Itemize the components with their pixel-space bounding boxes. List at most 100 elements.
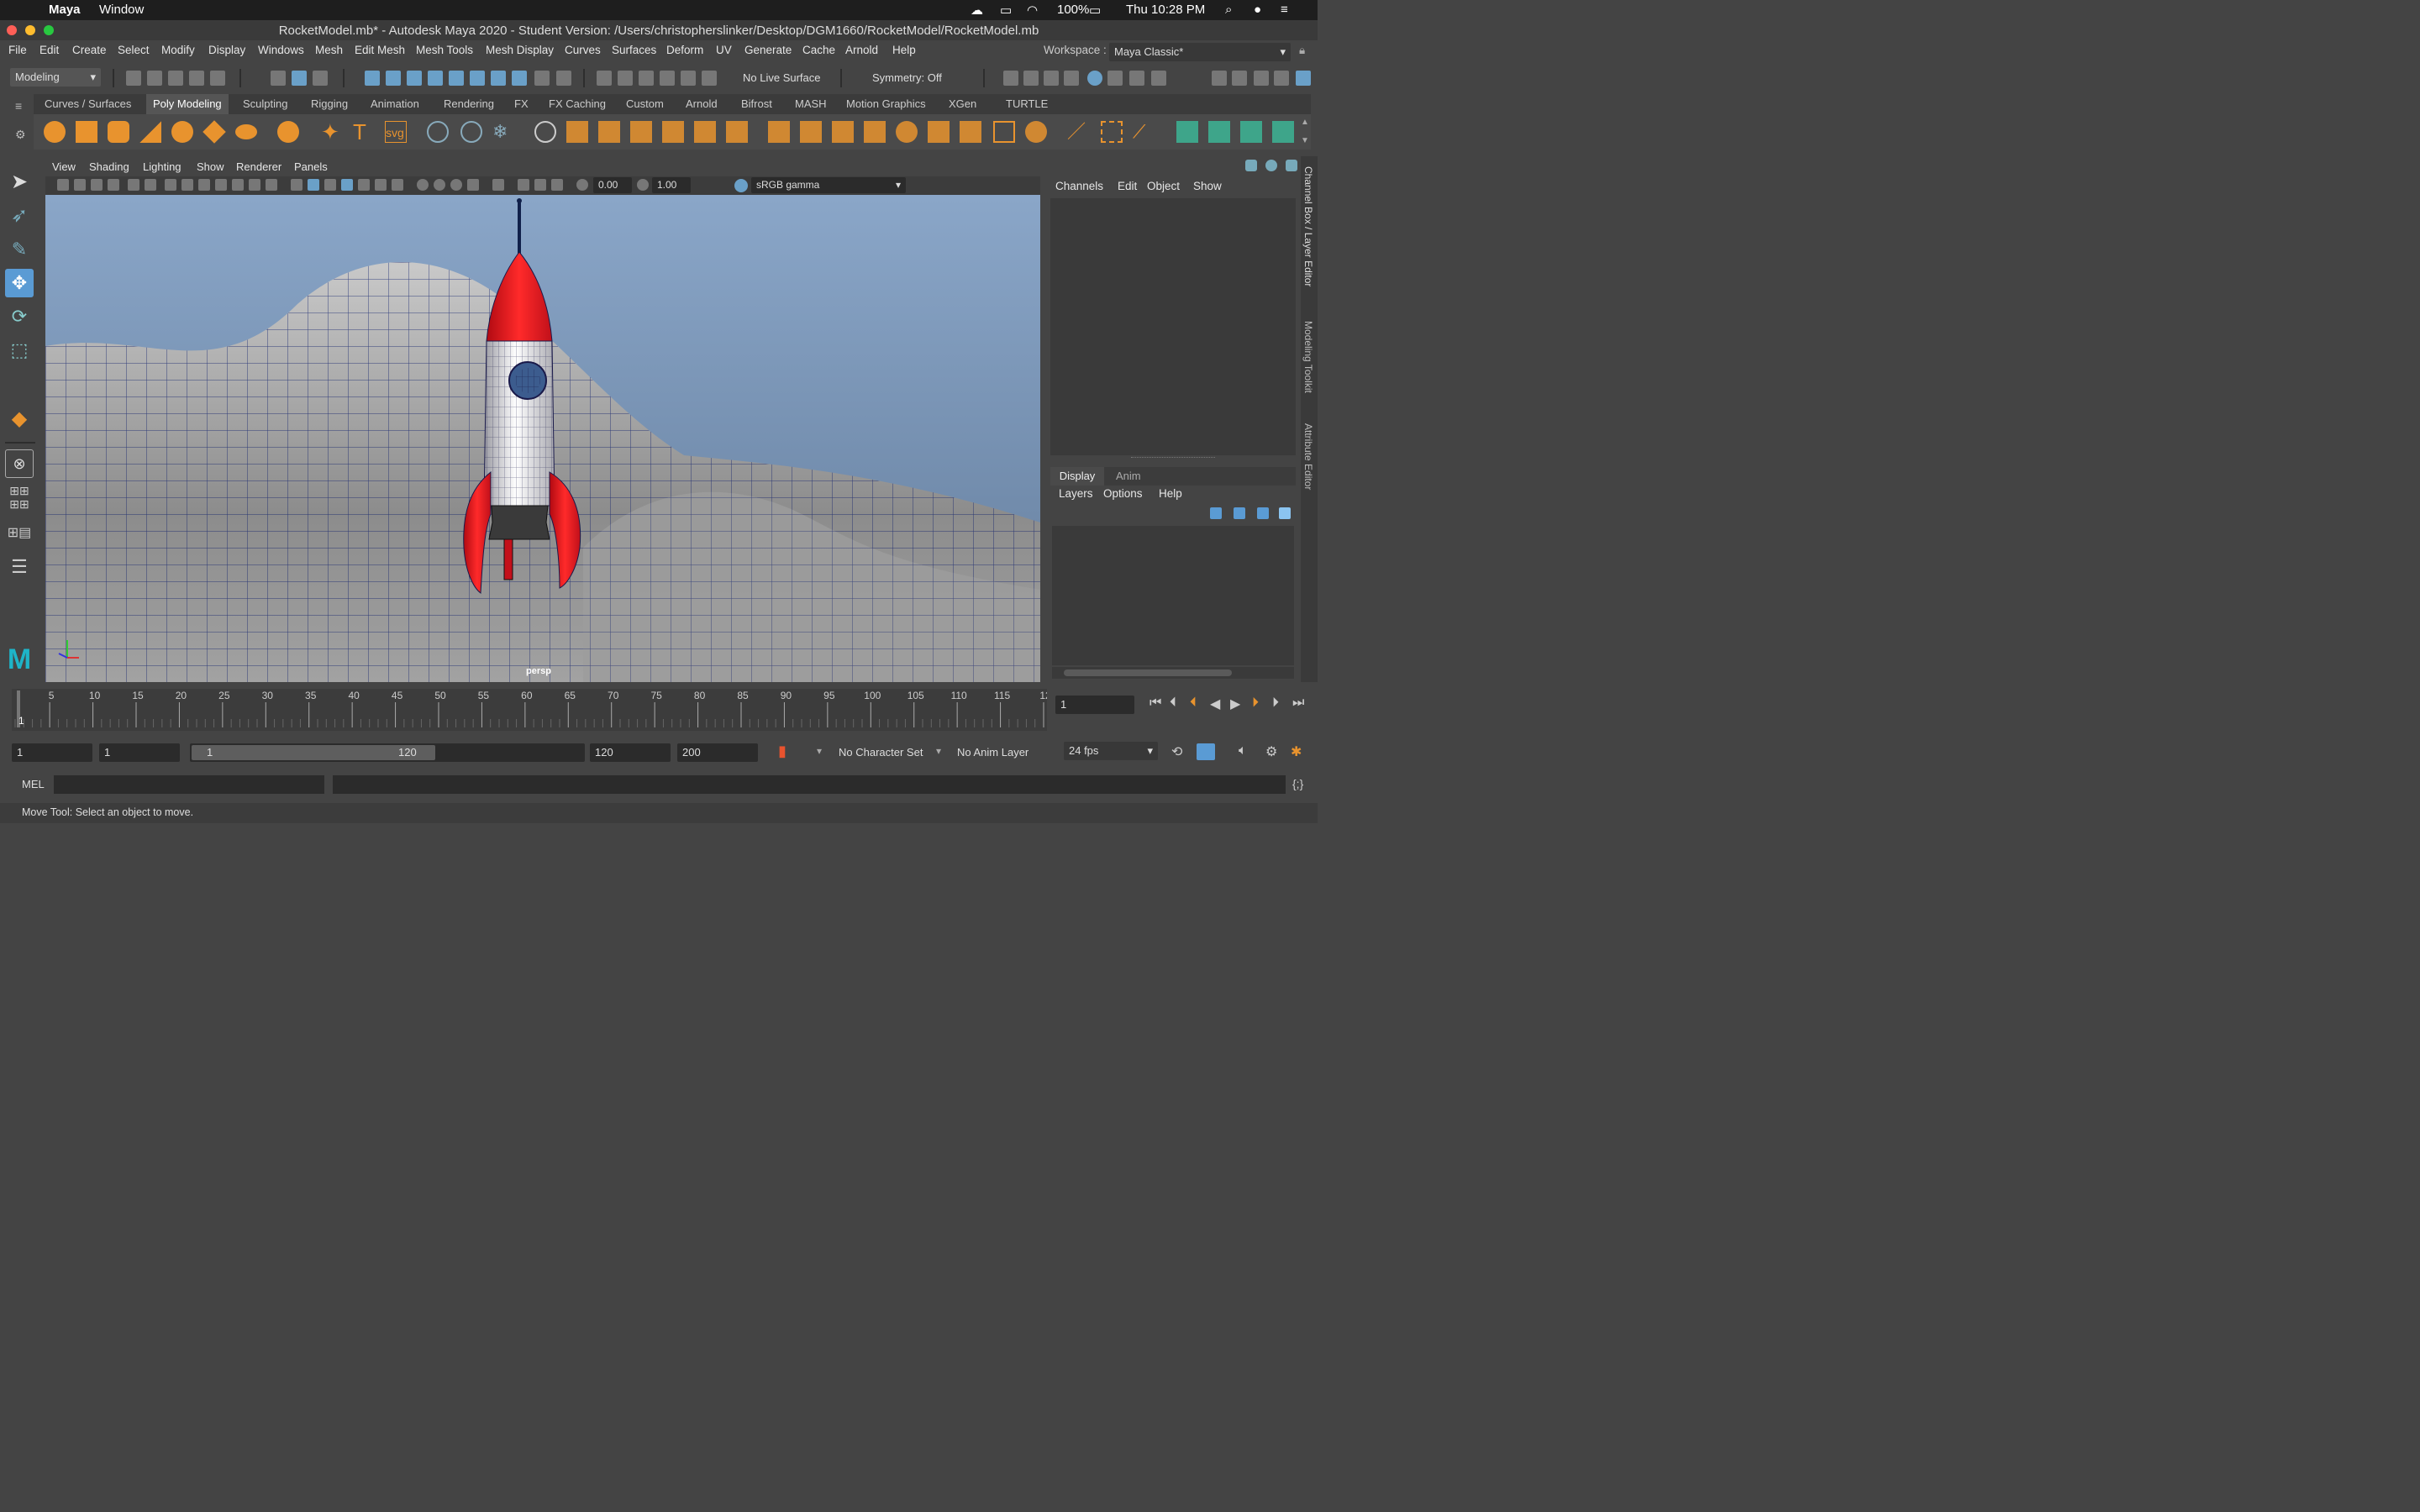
gate-mask-icon[interactable] xyxy=(215,179,227,191)
vp-menu-shading[interactable]: Shading xyxy=(89,160,129,173)
character-set-label[interactable]: No Character Set xyxy=(839,746,923,759)
vp-menu-renderer[interactable]: Renderer xyxy=(236,160,281,173)
shelf-scroll-up-icon[interactable]: ▲ xyxy=(1301,118,1309,127)
move-layer-up-icon[interactable] xyxy=(1210,507,1222,519)
boolean-icon[interactable] xyxy=(630,121,652,143)
append-icon[interactable] xyxy=(896,121,918,143)
scene-end-field[interactable]: 200 xyxy=(677,743,758,762)
attribute-editor-icon[interactable] xyxy=(1254,71,1269,86)
uv-editor-icon[interactable] xyxy=(1176,121,1198,143)
notification-center-icon[interactable]: ≡ xyxy=(1281,3,1288,17)
paint-select-tool-icon[interactable]: ✎ xyxy=(5,235,34,264)
step-back-frame-icon[interactable]: ⏴ xyxy=(1170,696,1176,711)
image-plane-icon[interactable] xyxy=(108,179,119,191)
bookmark-icon[interactable] xyxy=(91,179,103,191)
app-menu[interactable]: Maya xyxy=(49,3,81,17)
combine-icon[interactable] xyxy=(534,121,556,143)
menu-deform[interactable]: Deform xyxy=(666,44,703,56)
resolution-gate-icon[interactable] xyxy=(198,179,210,191)
offset-edge-loop-icon[interactable]: ⟋ xyxy=(1133,121,1155,143)
channel-edit-menu[interactable]: Edit xyxy=(1118,180,1137,192)
select-misc-icon[interactable] xyxy=(512,71,527,86)
tab-fx[interactable]: FX xyxy=(514,97,529,110)
film-gate-icon[interactable] xyxy=(182,179,193,191)
menu-windows[interactable]: Windows xyxy=(258,44,304,56)
channel-box-icon[interactable] xyxy=(1296,71,1311,86)
menu-mesh-tools[interactable]: Mesh Tools xyxy=(416,44,473,56)
type-text-icon[interactable]: T xyxy=(353,121,375,143)
step-forward-frame-icon[interactable]: ⏵ xyxy=(1272,696,1279,711)
save-scene-icon[interactable] xyxy=(168,71,183,86)
mesh-tool-icon[interactable] xyxy=(460,121,482,143)
lock-selection-icon[interactable] xyxy=(534,71,550,86)
wifi-icon[interactable]: ◠ xyxy=(1027,3,1038,18)
snap-grid-icon[interactable] xyxy=(597,71,612,86)
last-tool-icon[interactable]: ◆ xyxy=(5,405,34,433)
select-surface-icon[interactable] xyxy=(449,71,464,86)
layer-help-menu[interactable]: Help xyxy=(1159,487,1182,500)
make-live-icon[interactable] xyxy=(681,71,696,86)
bevel-icon[interactable] xyxy=(832,121,854,143)
vp-menu-view[interactable]: View xyxy=(52,160,76,173)
persp-outliner-layout-icon[interactable]: ⊞▤ xyxy=(5,519,34,548)
safe-action-icon[interactable] xyxy=(249,179,260,191)
collapse-icon[interactable] xyxy=(960,121,981,143)
tab-display[interactable]: Display xyxy=(1050,467,1104,486)
select-uv-icon[interactable] xyxy=(428,71,443,86)
layers-menu[interactable]: Layers xyxy=(1059,487,1093,500)
merge-icon[interactable] xyxy=(928,121,950,143)
poly-cube-icon[interactable] xyxy=(76,121,97,143)
tab-xgen[interactable]: XGen xyxy=(949,97,976,110)
screen-space-ao-icon[interactable] xyxy=(417,179,429,191)
target-weld-icon[interactable] xyxy=(1025,121,1047,143)
extrude-icon[interactable] xyxy=(768,121,790,143)
channel-object-menu[interactable]: Object xyxy=(1147,180,1180,192)
select-curve-icon[interactable] xyxy=(470,71,485,86)
render-sequence-icon[interactable] xyxy=(1023,71,1039,86)
pause-icon[interactable] xyxy=(1151,71,1166,86)
menu-display[interactable]: Display xyxy=(208,44,245,56)
symmetry-label[interactable]: Symmetry: Off xyxy=(872,71,942,84)
remesh-icon[interactable] xyxy=(694,121,716,143)
command-input[interactable] xyxy=(54,775,324,794)
tab-attribute-editor[interactable]: Attribute Editor xyxy=(1302,423,1314,490)
open-scene-icon[interactable] xyxy=(147,71,162,86)
lasso-tool-icon[interactable]: ➶ xyxy=(5,202,34,230)
poly-plane-icon[interactable] xyxy=(203,120,226,144)
bookmark-add-icon[interactable]: ▮ xyxy=(778,743,786,760)
cylindrical-map-icon[interactable] xyxy=(1240,121,1262,143)
workspace-select[interactable]: Maya Classic* ▾ xyxy=(1109,43,1291,61)
camera-select-icon[interactable] xyxy=(57,179,69,191)
current-frame-field[interactable]: 1 xyxy=(1055,696,1134,714)
select-vertex-icon[interactable] xyxy=(365,71,380,86)
menu-surfaces[interactable]: Surfaces xyxy=(612,44,656,56)
wireframe-on-shaded-icon[interactable] xyxy=(341,179,353,191)
go-to-end-icon[interactable]: ⏭ xyxy=(1292,696,1304,711)
highlight-selection-icon[interactable] xyxy=(556,71,571,86)
shadows-icon[interactable] xyxy=(392,179,403,191)
menu-file[interactable]: File xyxy=(8,44,27,56)
menu-help[interactable]: Help xyxy=(892,44,916,56)
tab-rendering[interactable]: Rendering xyxy=(444,97,494,110)
render-settings-icon[interactable] xyxy=(1064,71,1079,86)
live-surface-label[interactable]: No Live Surface xyxy=(743,71,821,84)
poly-disc-icon[interactable] xyxy=(235,124,257,139)
script-language-toggle[interactable]: MEL xyxy=(22,778,45,790)
range-slider[interactable]: 1 120 xyxy=(190,743,585,762)
shelf-menu-icon[interactable]: ≡ xyxy=(15,99,22,113)
menuset-select[interactable]: Modeling ▾ xyxy=(10,68,101,87)
mirror-icon[interactable] xyxy=(662,121,684,143)
snap-point-icon[interactable] xyxy=(639,71,654,86)
select-face-icon[interactable] xyxy=(407,71,422,86)
new-layer-from-selected-icon[interactable] xyxy=(1279,507,1291,519)
isolate-select-icon[interactable] xyxy=(492,179,504,191)
pin-panel-icon[interactable] xyxy=(1286,160,1297,171)
menu-generate[interactable]: Generate xyxy=(744,44,792,56)
exposure-icon[interactable] xyxy=(576,179,588,191)
menu-uv[interactable]: UV xyxy=(716,44,732,56)
depth-of-field-icon[interactable] xyxy=(467,179,479,191)
tab-animation[interactable]: Animation xyxy=(371,97,419,110)
attribute-toggle-icon[interactable] xyxy=(1265,160,1277,171)
xray-joints-icon[interactable] xyxy=(551,179,563,191)
select-object-icon[interactable] xyxy=(292,71,307,86)
